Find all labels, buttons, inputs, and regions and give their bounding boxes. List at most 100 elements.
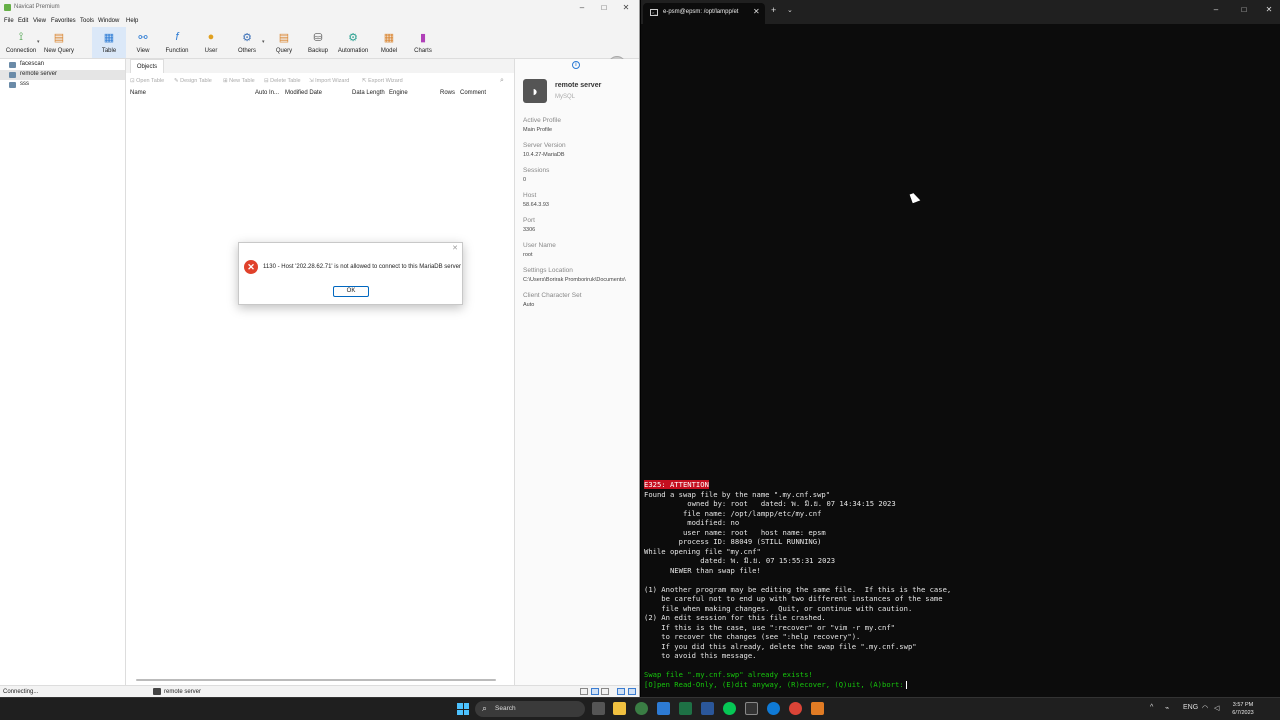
charts-label: Charts [414, 48, 432, 54]
tray-overflow-icon[interactable]: ^ [1150, 704, 1153, 711]
charts-button[interactable]: ▮ Charts [408, 27, 438, 58]
menu-favorites[interactable]: Favorites [51, 18, 76, 24]
info-pane-toggle-icon[interactable] [617, 688, 625, 695]
file-explorer-icon[interactable] [613, 702, 626, 715]
volume-icon[interactable]: ◁ [1214, 704, 1219, 712]
preview-pane-toggle-icon[interactable] [628, 688, 636, 695]
terminal-line: owned by: root dated: พ. มิ.ย. 07 14:34:… [644, 499, 1274, 509]
server-icon [153, 688, 161, 695]
connection-node-icon [9, 82, 16, 88]
function-button[interactable]: f Function [161, 27, 193, 58]
tab-close-icon[interactable]: ✕ [753, 7, 760, 16]
others-dropdown-icon[interactable]: ▾ [262, 39, 265, 45]
new-query-label: New Query [43, 48, 74, 54]
new-table-button[interactable]: ⊞ New Table [223, 78, 255, 84]
excel-icon[interactable] [679, 702, 692, 715]
menu-tools[interactable]: Tools [80, 18, 94, 24]
tab-objects[interactable]: Objects [130, 59, 164, 73]
terminal-output[interactable]: E325: ATTENTION Found a swap file by the … [644, 480, 1274, 689]
chrome-canary-icon[interactable] [635, 702, 648, 715]
terminal-close-button[interactable]: ✕ [1259, 5, 1279, 14]
navicat-title: Navicat Premium [14, 4, 60, 10]
objects-toolbar: ⊡ Open Table ✎ Design Table ⊞ New Table … [126, 75, 514, 87]
ok-button[interactable]: OK [333, 286, 369, 297]
edge-icon[interactable] [767, 702, 780, 715]
others-button[interactable]: ⚙ Others [232, 27, 262, 58]
connection-button[interactable]: ⟟ Connection [4, 27, 38, 58]
task-view-icon[interactable] [592, 702, 605, 715]
wifi-icon[interactable]: ◠ [1202, 704, 1208, 712]
word-icon[interactable] [701, 702, 714, 715]
view-button[interactable]: ⚯ View [127, 27, 159, 58]
column-header-auto-increment[interactable]: Auto In... [255, 90, 279, 96]
terminal-line-text: file when making changes. Quit, or conti… [644, 603, 913, 613]
menu-bar: File Edit View Favorites Tools Window He… [0, 16, 639, 27]
dialog-close-icon[interactable]: ✕ [452, 244, 458, 252]
terminal-cursor [905, 680, 907, 689]
horizontal-scrollbar[interactable] [136, 679, 496, 681]
menu-edit[interactable]: Edit [18, 18, 28, 24]
connection-dropdown-icon[interactable]: ▾ [37, 39, 40, 45]
list-view-icon[interactable] [580, 688, 588, 695]
column-header-rows[interactable]: Rows [440, 90, 455, 96]
column-header-data-length[interactable]: Data Length [352, 90, 385, 96]
minimize-button[interactable]: – [572, 3, 592, 12]
chrome-icon[interactable] [789, 702, 802, 715]
terminal-tab[interactable]: >_ e-psm@epsm: /opt/lampp/et ✕ [643, 3, 765, 24]
column-header-engine[interactable]: Engine [389, 90, 408, 96]
user-button[interactable]: ● User [196, 27, 226, 58]
search-icon[interactable]: ⌕ [500, 77, 504, 85]
start-button[interactable] [457, 703, 469, 715]
open-table-button[interactable]: ⊡ Open Table [130, 78, 164, 84]
terminal-line: E325: ATTENTION [644, 480, 1274, 490]
info-label-active-profile: Active Profile [523, 117, 561, 124]
query-icon: ▤ [278, 31, 290, 44]
tab-dropdown-icon[interactable]: ⌄ [787, 6, 793, 14]
terminal-line-text: Found a swap file by the name ".my.cnf.s… [644, 489, 831, 499]
terminal-maximize-button[interactable]: □ [1234, 5, 1254, 14]
maximize-button[interactable]: □ [594, 3, 614, 12]
query-button[interactable]: ▤ Query [269, 27, 299, 58]
taskbar-search[interactable]: ⌕ Search [475, 701, 585, 717]
menu-view[interactable]: View [33, 18, 46, 24]
function-label: Function [165, 48, 189, 54]
terminal-line-text: Swap file ".my.cnf.swp" already exists! [644, 670, 813, 679]
terminal-app-icon[interactable] [745, 702, 758, 715]
navicat-app-icon[interactable] [811, 702, 824, 715]
table-icon: ▦ [103, 31, 115, 44]
backup-label: Backup [307, 48, 328, 54]
language-indicator[interactable]: ENG [1183, 704, 1198, 711]
backup-button[interactable]: ⛁ Backup [303, 27, 333, 58]
taskbar-clock[interactable]: 3:57 PM 6/7/2023 [1228, 701, 1258, 717]
network-icon[interactable]: ⌁ [1165, 704, 1169, 712]
column-header-name[interactable]: Name [130, 90, 146, 96]
new-tab-icon[interactable]: + [771, 5, 776, 15]
line-icon[interactable] [723, 702, 736, 715]
new-query-button[interactable]: ▤ New Query [42, 27, 76, 58]
detail-view-icon[interactable] [591, 688, 599, 695]
export-wizard-button[interactable]: ⇱ Export Wizard [362, 78, 403, 84]
tree-item-facescan[interactable]: facescan [0, 60, 125, 70]
tree-item-remote-server[interactable]: remote server [0, 70, 125, 80]
menu-file[interactable]: File [4, 18, 14, 24]
table-button[interactable]: ▦ Table [92, 27, 126, 58]
design-table-button[interactable]: ✎ Design Table [174, 78, 212, 84]
info-panel: i ◗ remote server MySQL Active Profile M… [514, 59, 639, 685]
info-icon[interactable]: i [572, 61, 580, 69]
column-header-comment[interactable]: Comment [460, 90, 486, 96]
close-button[interactable]: ✕ [616, 3, 636, 12]
menu-window[interactable]: Window [98, 18, 119, 24]
er-view-icon[interactable] [601, 688, 609, 695]
store-icon[interactable] [657, 702, 670, 715]
automation-button[interactable]: ⚙ Automation [336, 27, 370, 58]
tree-item-sss[interactable]: sss [0, 80, 125, 90]
others-label: Others [237, 48, 256, 54]
import-wizard-button[interactable]: ⇲ Import Wizard [309, 78, 349, 84]
model-button[interactable]: ▦ Model [374, 27, 404, 58]
delete-table-button[interactable]: ⊟ Delete Table [264, 78, 301, 84]
error-dialog: ✕ ✕ 1130 - Host '202.28.62.71' is not al… [238, 242, 463, 305]
menu-help[interactable]: Help [126, 18, 138, 24]
terminal-line-text: to recover the changes (see ":help recov… [644, 632, 861, 641]
column-header-modified-date[interactable]: Modified Date [285, 90, 322, 96]
terminal-minimize-button[interactable]: – [1206, 5, 1226, 14]
